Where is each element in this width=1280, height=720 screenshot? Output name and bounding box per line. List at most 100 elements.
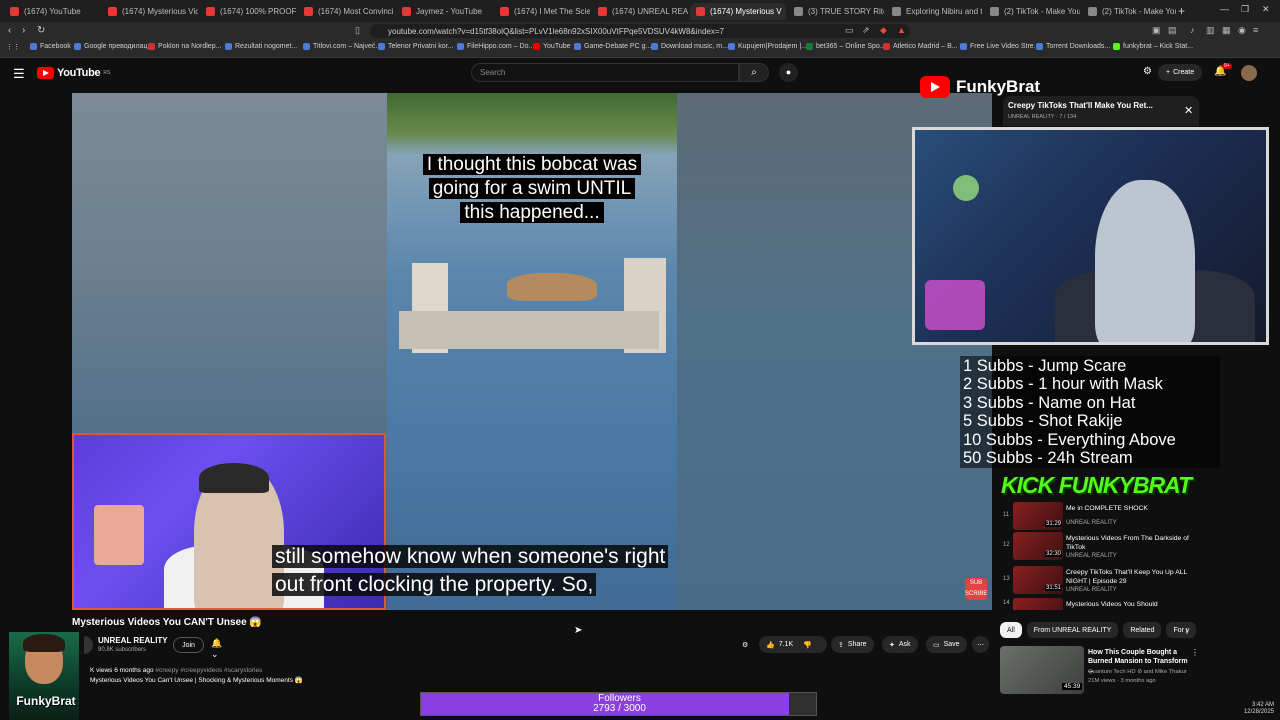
- playlist-item[interactable]: 12 32:30 Mysterious Videos From The Dark…: [1003, 532, 1199, 562]
- ask-label: Ask: [898, 641, 911, 648]
- bookmark-item[interactable]: Telenor Privatni kor...: [378, 43, 453, 50]
- chip-all[interactable]: All: [1000, 622, 1022, 638]
- share-button[interactable]: ⇪ Share: [831, 636, 874, 653]
- bookmark-item[interactable]: Torrent Downloads...: [1036, 43, 1110, 50]
- chevron-right-icon[interactable]: ›: [1185, 625, 1188, 635]
- channel-name[interactable]: UNREAL REALITY: [98, 636, 168, 645]
- browser-tab[interactable]: (2) TikTok - Make Your Day: [1082, 3, 1176, 20]
- browser-tab[interactable]: (3) TRUE STORY Ritenti: [788, 3, 884, 20]
- browser-tab[interactable]: (1674) I Met The Scientist: [494, 3, 590, 20]
- bookmark-item[interactable]: Titlovi.com – Najveć...: [303, 43, 381, 50]
- reload-icon[interactable]: ↻: [37, 25, 45, 36]
- avatar[interactable]: [1241, 65, 1257, 81]
- bookmark-item[interactable]: Poklon na Nordlep...: [148, 43, 221, 50]
- closed-captions: still somehow know when someone's right …: [272, 543, 669, 599]
- channel-avatar[interactable]: [84, 636, 93, 654]
- extension-icon[interactable]: ▣: [1152, 25, 1161, 36]
- browser-tab[interactable]: Jaymez - YouTube: [396, 3, 492, 20]
- bookmark-item[interactable]: Facebook: [30, 43, 71, 50]
- video-player[interactable]: I thought this bobcat was going for a sw…: [72, 93, 992, 610]
- warning-icon[interactable]: ▲: [897, 25, 906, 35]
- brave-shield-icon[interactable]: ◆: [880, 25, 887, 36]
- camera-icon[interactable]: ⚙: [1143, 66, 1152, 77]
- bookmark-item[interactable]: FileHippo.com – Do...: [457, 43, 534, 50]
- browser-tab[interactable]: Exploring Nibiru and the N: [886, 3, 982, 20]
- playlist-item[interactable]: 13 31:51 Creepy TikToks That'll Keep You…: [1003, 566, 1199, 596]
- playlist-item[interactable]: 14 Mysterious Videos You Should: [1003, 598, 1199, 610]
- browser-tab[interactable]: (1674) YouTube: [4, 3, 100, 20]
- like-dislike-button[interactable]: 👍 7.1K 👎: [759, 636, 827, 653]
- sidebar-icon[interactable]: ▥: [1206, 25, 1215, 36]
- save-button[interactable]: ▭ Save: [926, 636, 967, 653]
- bookmark-label: FileHippo.com – Do...: [467, 43, 535, 50]
- search-icon[interactable]: ⌕: [739, 63, 769, 82]
- share-page-icon[interactable]: ⇗: [862, 25, 870, 36]
- browser-tab-active[interactable]: (1674) Mysterious V✕: [690, 3, 786, 20]
- bookmark-item[interactable]: funkybrat – Kick Stat...: [1113, 43, 1193, 50]
- minimize-icon[interactable]: —: [1220, 4, 1229, 14]
- clock[interactable]: 3:42 AM 12/28/2025: [1244, 702, 1274, 716]
- playlist-item[interactable]: 11 31:29 Me in COMPLETE SHOCK UNREAL REA…: [1003, 502, 1199, 532]
- bookmark-item[interactable]: Rezultati nogomet...: [225, 43, 297, 50]
- sparkle-icon: ✦: [889, 641, 895, 649]
- browser-tab[interactable]: (1674) Most Convincing Ev: [298, 3, 394, 20]
- description-box[interactable]: K views 6 months ago #creepy #creepyvide…: [90, 666, 303, 686]
- youtube-icon: [533, 43, 540, 50]
- stream-youtube-name: FunkyBrat: [956, 77, 1041, 96]
- subscription-bell-icon[interactable]: 🔔⌄: [211, 638, 222, 660]
- chip-related[interactable]: Related: [1123, 622, 1162, 638]
- browser-tab[interactable]: (1674) Mysterious Videos Y: [102, 3, 198, 20]
- bookmark-label: YouTube: [543, 43, 571, 50]
- browser-tab[interactable]: (2) TikTok - Make Your Day: [984, 3, 1080, 20]
- bookmark-item[interactable]: Game-Debate PC g...: [574, 43, 651, 50]
- bookmark-icon[interactable]: ▯: [355, 25, 360, 36]
- bookmark-item[interactable]: Kupujem|Prodajem |...: [728, 43, 807, 50]
- youtube-logo[interactable]: YouTube RS: [37, 67, 110, 79]
- bookmark-item[interactable]: Atletico Madrid – B...: [883, 43, 958, 50]
- settings-gear-icon[interactable]: ⚙: [742, 636, 748, 653]
- apps-icon[interactable]: ⋮⋮: [6, 43, 20, 51]
- join-button[interactable]: Join: [173, 637, 204, 653]
- recommended-video[interactable]: 45:39 How This Couple Bought a Burned Ma…: [1000, 646, 1200, 696]
- chip-for-you[interactable]: For y: [1166, 622, 1197, 638]
- cast-icon[interactable]: ▭: [845, 25, 854, 36]
- forward-icon[interactable]: ›: [22, 25, 25, 36]
- close-icon[interactable]: ✕: [1184, 104, 1193, 117]
- hashtags[interactable]: #creepy #creepyvideos #scarystories: [155, 667, 262, 674]
- duration-badge: 31:51: [1045, 585, 1063, 591]
- bookmark-item[interactable]: bet365 – Online Spo...: [806, 43, 886, 50]
- bookmark-item[interactable]: Download music, m...: [651, 43, 728, 50]
- menu-icon[interactable]: ≡: [1253, 25, 1258, 35]
- extension-icon[interactable]: ▤: [1168, 25, 1177, 36]
- create-button[interactable]: + Create: [1158, 64, 1203, 81]
- url-input[interactable]: youtube.com/watch?v=d15tf38olQ&list=PLvV…: [370, 24, 910, 38]
- browser-tab-bar: (1674) YouTube (1674) Mysterious Videos …: [0, 0, 1280, 22]
- wallet-icon[interactable]: ◉: [1238, 25, 1246, 36]
- microphone-icon[interactable]: ●: [779, 63, 798, 82]
- share-label: Share: [847, 641, 867, 648]
- ask-button[interactable]: ✦ Ask: [882, 636, 918, 653]
- close-window-icon[interactable]: ✕: [1262, 4, 1270, 15]
- tab-label: (2) TikTok - Make Your Day: [1004, 7, 1080, 16]
- bookmark-item[interactable]: Google преводилац: [74, 43, 147, 50]
- hamburger-menu-icon[interactable]: ☰: [13, 66, 25, 82]
- new-tab-button[interactable]: +: [1178, 4, 1185, 18]
- subscribe-watermark-icon[interactable]: SUB SCRIBE: [965, 578, 987, 600]
- extension-icon[interactable]: ▦: [1222, 25, 1231, 36]
- followers-label-group: Followers 2793 / 3000: [421, 694, 818, 714]
- bookmark-item[interactable]: Free Live Video Stre...: [960, 43, 1040, 50]
- more-actions-icon[interactable]: ⋯: [972, 636, 989, 653]
- browser-tab[interactable]: (1674) UNREAL REALITY: [592, 3, 688, 20]
- music-icon[interactable]: ♪: [1190, 25, 1195, 35]
- bookmark-item[interactable]: YouTube: [533, 43, 571, 50]
- playlist-title[interactable]: Creepy TikToks That'll Make You Ret...: [1008, 101, 1153, 110]
- more-vert-icon[interactable]: ⋮: [1191, 648, 1199, 657]
- youtube-favicon-icon: [402, 7, 411, 16]
- chip-from-channel[interactable]: From UNREAL REALITY: [1026, 622, 1119, 638]
- bookmark-label: Torrent Downloads...: [1046, 43, 1111, 50]
- bookmark-label: Telenor Privatni kor...: [388, 43, 454, 50]
- maximize-icon[interactable]: ❐: [1241, 4, 1249, 15]
- search-input[interactable]: Search: [471, 63, 739, 82]
- browser-tab[interactable]: (1674) 100% PROOF, PARA: [200, 3, 296, 20]
- back-icon[interactable]: ‹: [8, 25, 11, 36]
